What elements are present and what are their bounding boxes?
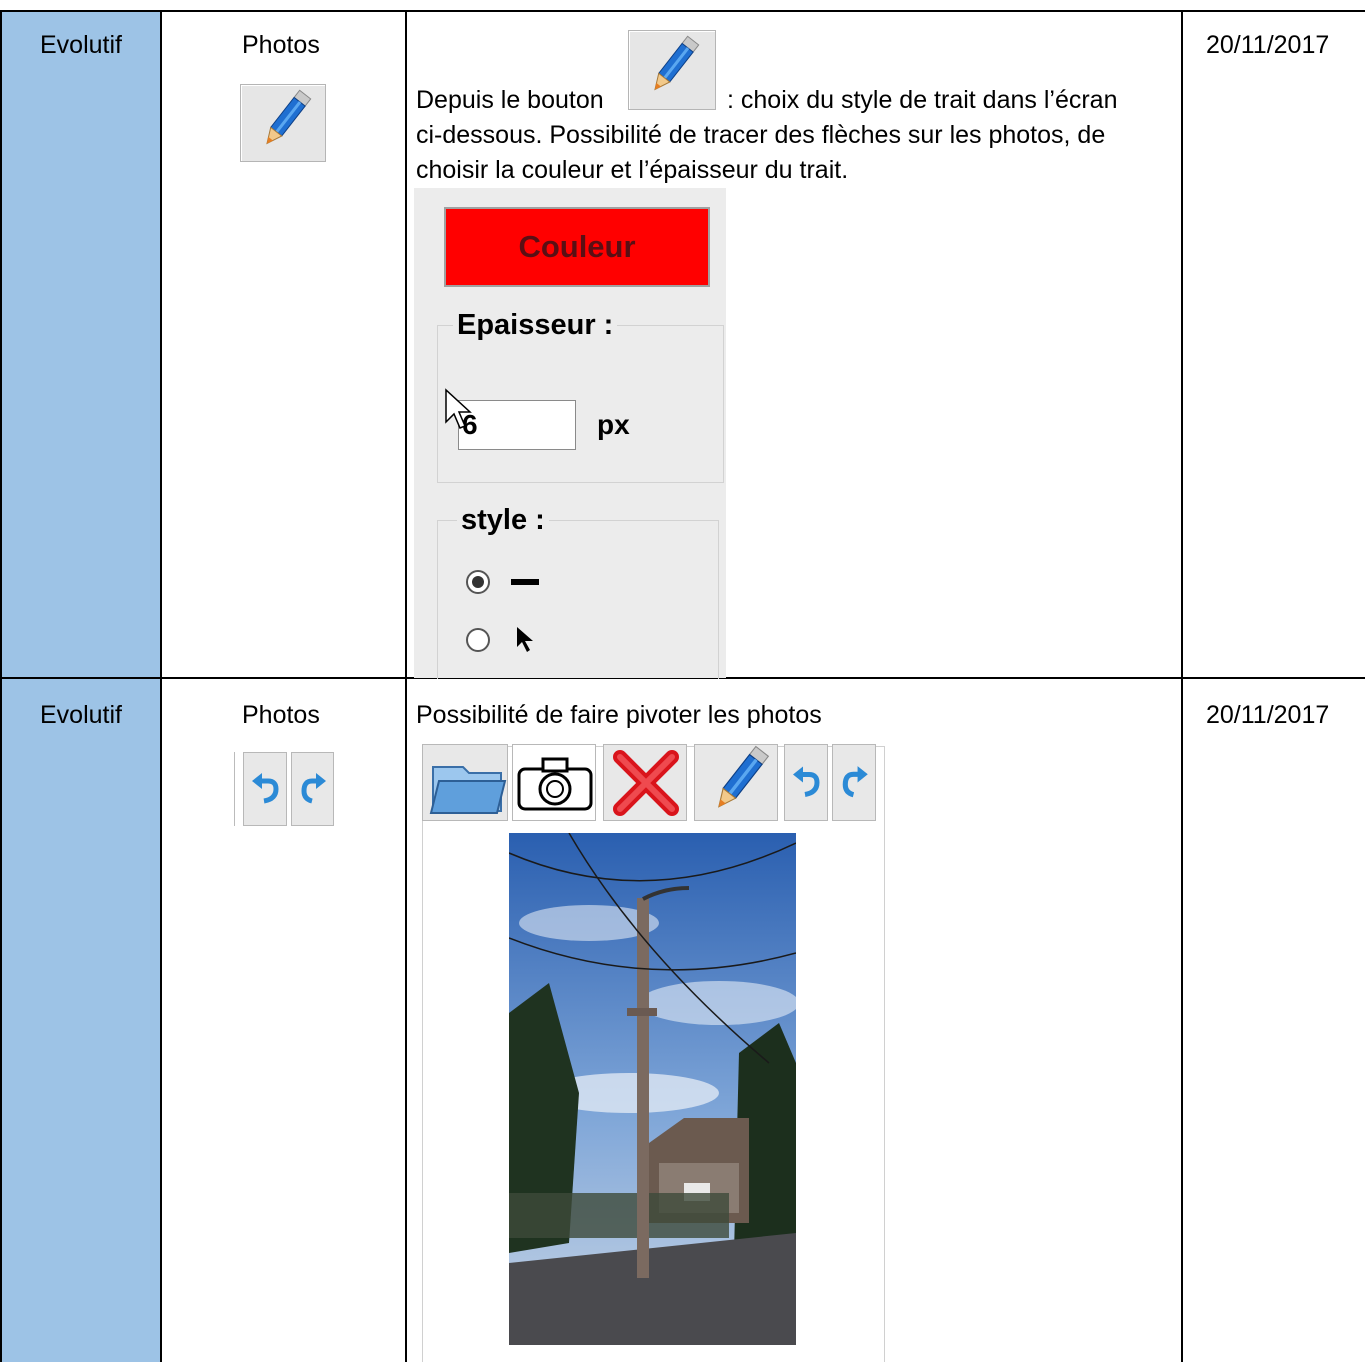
inline-pencil-button — [628, 30, 716, 110]
table-top-border — [0, 10, 1365, 12]
stroke-options-panel: Couleur Epaisseur : 6 px style : — [414, 188, 726, 679]
row1-type: Evolutif — [40, 31, 122, 59]
delete-icon — [613, 750, 679, 816]
style-line-radio[interactable] — [466, 570, 490, 594]
open-folder-button[interactable] — [422, 744, 508, 821]
line-icon — [511, 579, 539, 585]
style-legend: style : — [457, 503, 549, 537]
column-divider — [1181, 10, 1183, 1362]
rotate-right-button[interactable] — [291, 752, 334, 826]
rotate-right-icon — [301, 773, 326, 804]
row1-description-line2: ci-dessous. Possibilité de tracer des fl… — [416, 121, 1106, 149]
pencil-button[interactable] — [240, 84, 326, 162]
row1-description-start: Depuis le bouton — [416, 86, 604, 114]
color-button[interactable]: Couleur — [444, 207, 710, 287]
row1-category: Photos — [242, 31, 320, 59]
row2-description: Possibilité de faire pivoter les photos — [416, 701, 822, 729]
thickness-legend: Epaisseur : — [453, 308, 618, 342]
street-photo — [509, 833, 796, 1345]
thickness-unit: px — [597, 409, 630, 440]
mouse-cursor-icon — [445, 388, 472, 429]
row1-date: 20/11/2017 — [1206, 31, 1330, 59]
style-fieldset — [437, 520, 719, 679]
pencil-icon — [718, 745, 770, 808]
style-arrow-radio[interactable] — [466, 628, 490, 652]
pencil-tool-button[interactable] — [694, 744, 778, 821]
row1-description-end: : choix du style de trait dans l’écran — [727, 86, 1118, 114]
folder-icon — [429, 766, 507, 814]
camera-icon — [517, 757, 593, 811]
toolbar-separator — [234, 752, 235, 826]
pencil-icon — [266, 89, 312, 145]
camera-button[interactable] — [512, 744, 596, 821]
column-divider — [405, 10, 407, 1362]
rotate-right-icon — [842, 766, 868, 798]
rotate-left-button[interactable] — [243, 752, 287, 826]
row1-description-line3: choisir la couleur et l’épaisseur du tra… — [416, 156, 849, 184]
type-column-background — [2, 12, 160, 1362]
table-left-border — [0, 10, 2, 1362]
arrow-cursor-icon — [517, 627, 533, 652]
rotate-right-tool-button[interactable] — [832, 744, 876, 821]
row2-category: Photos — [242, 701, 320, 729]
thickness-input[interactable]: 6 — [458, 400, 576, 450]
row2-date: 20/11/2017 — [1206, 701, 1330, 729]
rotate-left-tool-button[interactable] — [784, 744, 828, 821]
delete-button[interactable] — [603, 744, 687, 821]
rotate-left-icon — [252, 773, 279, 804]
rotate-left-icon — [793, 766, 820, 797]
column-divider — [160, 10, 162, 1362]
row2-type: Evolutif — [40, 701, 122, 729]
pencil-icon — [654, 35, 700, 91]
